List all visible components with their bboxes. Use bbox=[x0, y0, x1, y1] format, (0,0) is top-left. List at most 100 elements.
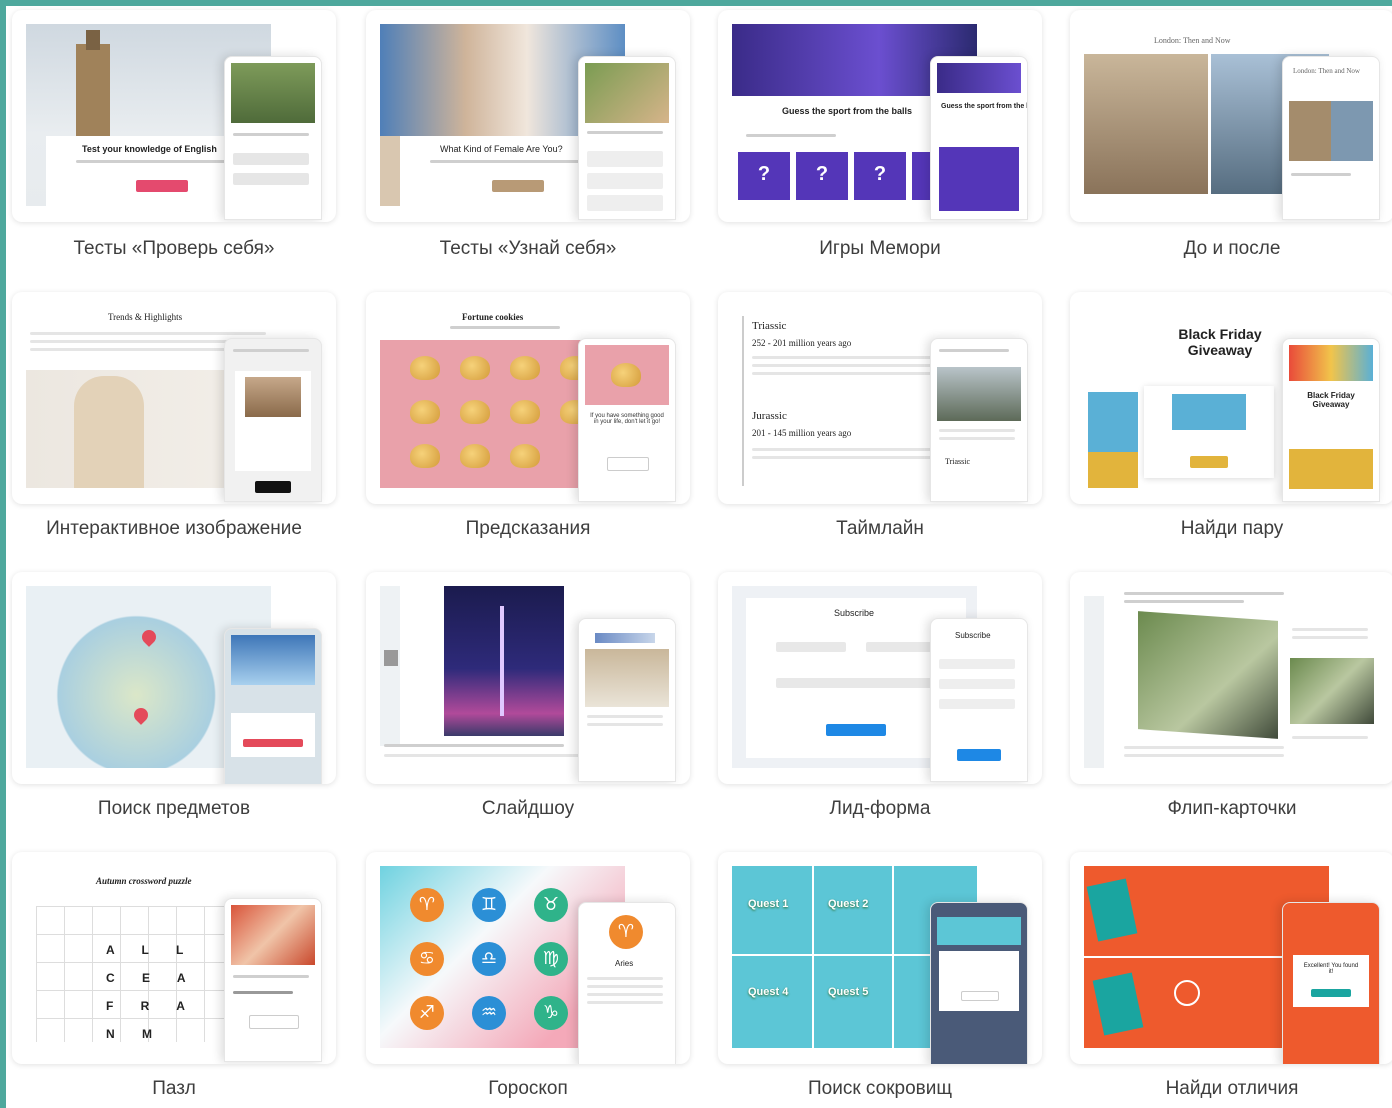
mobile-preview bbox=[578, 56, 676, 220]
flip-card-image-mobile[interactable] bbox=[1290, 658, 1374, 724]
mobile-preview: Black Friday Giveaway bbox=[1282, 338, 1380, 502]
phone-field[interactable] bbox=[939, 699, 1015, 709]
email-field[interactable] bbox=[939, 679, 1015, 689]
fortune-cookie[interactable] bbox=[410, 356, 440, 380]
template-card-horoscope[interactable]: ♈ ♊ ♉ ♋ ♎ ♍ ♐ ♒ ♑ ♈ Aries bbox=[366, 852, 690, 1064]
next-button[interactable] bbox=[1311, 989, 1351, 997]
answer-button[interactable] bbox=[961, 991, 999, 1001]
start-button[interactable] bbox=[136, 180, 188, 192]
quest-label[interactable]: Quest 2 bbox=[828, 898, 868, 910]
template-card-spot-difference[interactable]: Excellent! You found it! bbox=[1070, 852, 1392, 1064]
map-pin[interactable] bbox=[131, 705, 151, 725]
dinosaur-image bbox=[937, 367, 1021, 421]
text-line bbox=[746, 134, 836, 137]
memory-card[interactable]: ? bbox=[738, 152, 790, 200]
crossword-title: Autumn crossword puzzle bbox=[96, 876, 192, 886]
template-card-interactive-image[interactable]: Trends & Highlights bbox=[12, 292, 336, 504]
template-card-treasure-hunt[interactable]: Quest 1 Quest 2 Quest 4 Quest 5 bbox=[718, 852, 1042, 1064]
fortune-cookie[interactable] bbox=[510, 400, 540, 424]
template-card-fortune[interactable]: Fortune cookies If you have something go… bbox=[366, 292, 690, 504]
fortune-cookie[interactable] bbox=[460, 356, 490, 380]
quest-label[interactable]: Quest 1 bbox=[748, 898, 788, 910]
giveaway-title-mobile: Black Friday Giveaway bbox=[1307, 391, 1355, 409]
message-field[interactable] bbox=[776, 678, 936, 688]
template-card-memory-game[interactable]: Guess the sport from the balls ? ? ? ? G… bbox=[718, 10, 1042, 222]
template-card-find-pair[interactable]: Black Friday Giveaway Black Friday Givea… bbox=[1070, 292, 1392, 504]
mobile-preview: If you have something good in your life,… bbox=[578, 338, 676, 502]
tower-shape bbox=[500, 606, 504, 716]
submit-button[interactable] bbox=[957, 749, 1001, 761]
sagittarius-icon[interactable]: ♐ bbox=[410, 996, 444, 1030]
grid-divider bbox=[892, 866, 894, 1048]
pair-grid-mobile[interactable] bbox=[1289, 449, 1373, 489]
pair-card[interactable] bbox=[1088, 452, 1138, 488]
email-field[interactable] bbox=[866, 642, 936, 652]
aries-icon[interactable]: ♈ bbox=[410, 888, 444, 922]
template-card-find-objects[interactable] bbox=[12, 572, 336, 784]
compare-image-mobile bbox=[1289, 101, 1373, 161]
submit-button[interactable] bbox=[826, 724, 886, 736]
fortune-cookie[interactable] bbox=[460, 400, 490, 424]
template-card-timeline[interactable]: Triassic 252 - 201 million years ago Jur… bbox=[718, 292, 1042, 504]
sport-banner bbox=[937, 63, 1021, 93]
template-caption: Лид-форма bbox=[829, 798, 931, 819]
template-card-test-yourself[interactable]: Test your knowledge of English bbox=[12, 10, 336, 222]
pair-card[interactable] bbox=[1088, 392, 1138, 452]
template-card-lead-form[interactable]: Subscribe Subscribe bbox=[718, 572, 1042, 784]
capricorn-icon[interactable]: ♑ bbox=[534, 996, 568, 1030]
gemini-icon[interactable]: ♊ bbox=[472, 888, 506, 922]
frame-top-border bbox=[0, 0, 1392, 6]
fortune-cookie[interactable] bbox=[410, 400, 440, 424]
template-card-flip-cards[interactable] bbox=[1070, 572, 1392, 784]
aquarius-icon[interactable]: ♒ bbox=[472, 996, 506, 1030]
name-field[interactable] bbox=[939, 659, 1015, 669]
taurus-icon[interactable]: ♉ bbox=[534, 888, 568, 922]
fortune-cookie[interactable] bbox=[510, 444, 540, 468]
difference-marker[interactable] bbox=[1174, 980, 1200, 1006]
next-button[interactable] bbox=[607, 457, 649, 471]
memory-grid-mobile[interactable] bbox=[939, 147, 1019, 211]
map-pin[interactable] bbox=[139, 627, 159, 647]
fortune-cookie[interactable] bbox=[510, 356, 540, 380]
template-caption: Слайдшоу bbox=[481, 798, 575, 819]
quest-label[interactable]: Quest 4 bbox=[748, 986, 788, 998]
mobile-preview bbox=[930, 902, 1028, 1064]
quest-label[interactable]: Quest 5 bbox=[828, 986, 868, 998]
fortune-cookie[interactable] bbox=[410, 444, 440, 468]
mobile-preview bbox=[578, 618, 676, 782]
tower-spire bbox=[86, 30, 100, 50]
ok-button[interactable] bbox=[243, 739, 303, 747]
night-city-image bbox=[444, 586, 564, 736]
fortune-cookie[interactable] bbox=[460, 444, 490, 468]
start-button[interactable] bbox=[492, 180, 544, 192]
flip-card-image[interactable] bbox=[1138, 611, 1278, 739]
mobile-preview: London: Then and Now bbox=[1282, 56, 1380, 220]
template-caption: Гороскоп bbox=[488, 1078, 568, 1099]
cancer-icon[interactable]: ♋ bbox=[410, 942, 444, 976]
text-line bbox=[587, 723, 663, 726]
text-line bbox=[233, 349, 309, 352]
autumn-leaves-image bbox=[231, 905, 315, 965]
mobile-preview: Excellent! You found it! bbox=[1282, 902, 1380, 1064]
check-button[interactable] bbox=[249, 1015, 299, 1029]
aries-icon: ♈ bbox=[609, 915, 643, 949]
template-card-before-after[interactable]: London: Then and Now London: Then and No… bbox=[1070, 10, 1392, 222]
name-field[interactable] bbox=[776, 642, 846, 652]
virgo-icon[interactable]: ♍ bbox=[534, 942, 568, 976]
continue-button[interactable] bbox=[1190, 456, 1228, 468]
close-button[interactable] bbox=[255, 481, 291, 493]
compare-slider-handle[interactable] bbox=[1208, 54, 1211, 194]
period-title: Triassic bbox=[752, 320, 787, 332]
template-card-puzzle[interactable]: Autumn crossword puzzle A L L C E A F R … bbox=[12, 852, 336, 1064]
text-line bbox=[384, 754, 604, 757]
mobile-preview bbox=[1284, 618, 1380, 780]
libra-icon[interactable]: ♎ bbox=[472, 942, 506, 976]
template-card-know-yourself[interactable]: What Kind of Female Are You? bbox=[366, 10, 690, 222]
thumbnail-strip[interactable] bbox=[595, 633, 655, 643]
memory-card[interactable]: ? bbox=[854, 152, 906, 200]
template-card-slideshow[interactable] bbox=[366, 572, 690, 784]
text-line bbox=[752, 456, 942, 459]
quest-banner bbox=[937, 917, 1021, 945]
memory-card[interactable]: ? bbox=[796, 152, 848, 200]
prev-arrow-icon[interactable] bbox=[384, 650, 398, 666]
